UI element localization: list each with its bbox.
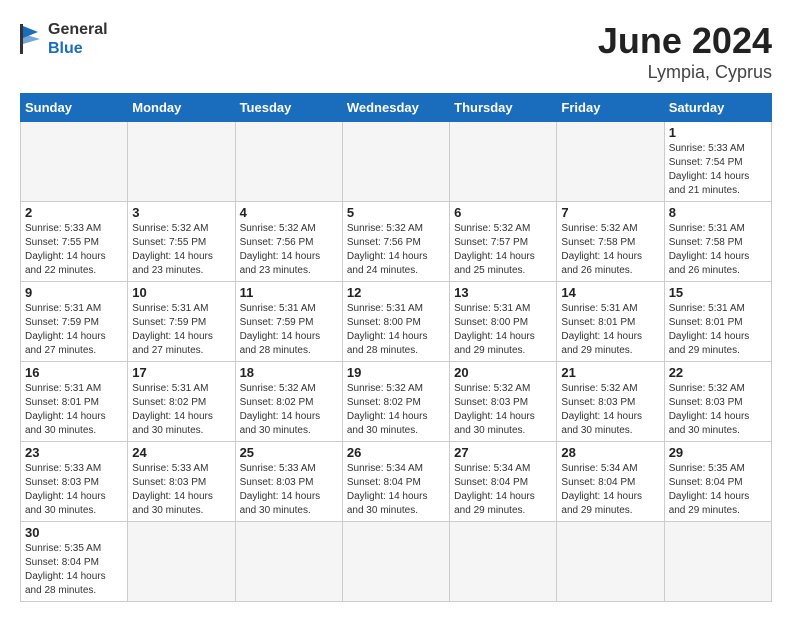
location: Lympia, Cyprus: [598, 62, 772, 83]
empty-cell: [342, 522, 449, 602]
empty-cell: [235, 122, 342, 202]
day-7: 7 Sunrise: 5:32 AM Sunset: 7:58 PM Dayli…: [557, 202, 664, 282]
header-friday: Friday: [557, 94, 664, 122]
day-25: 25 Sunrise: 5:33 AM Sunset: 8:03 PM Dayl…: [235, 442, 342, 522]
day-5: 5 Sunrise: 5:32 AM Sunset: 7:56 PM Dayli…: [342, 202, 449, 282]
day-29: 29 Sunrise: 5:35 AM Sunset: 8:04 PM Dayl…: [664, 442, 771, 522]
week-row-2: 2 Sunrise: 5:33 AM Sunset: 7:55 PM Dayli…: [21, 202, 772, 282]
month-title: June 2024: [598, 20, 772, 62]
day-11: 11 Sunrise: 5:31 AM Sunset: 7:59 PM Dayl…: [235, 282, 342, 362]
day-21: 21 Sunrise: 5:32 AM Sunset: 8:03 PM Dayl…: [557, 362, 664, 442]
day-17: 17 Sunrise: 5:31 AM Sunset: 8:02 PM Dayl…: [128, 362, 235, 442]
day-13: 13 Sunrise: 5:31 AM Sunset: 8:00 PM Dayl…: [450, 282, 557, 362]
logo-flag-icon: [20, 24, 40, 54]
day-4: 4 Sunrise: 5:32 AM Sunset: 7:56 PM Dayli…: [235, 202, 342, 282]
day-1: 1 Sunrise: 5:33 AM Sunset: 7:54 PM Dayli…: [664, 122, 771, 202]
day-6: 6 Sunrise: 5:32 AM Sunset: 7:57 PM Dayli…: [450, 202, 557, 282]
day-15: 15 Sunrise: 5:31 AM Sunset: 8:01 PM Dayl…: [664, 282, 771, 362]
day-9: 9 Sunrise: 5:31 AM Sunset: 7:59 PM Dayli…: [21, 282, 128, 362]
day-2: 2 Sunrise: 5:33 AM Sunset: 7:55 PM Dayli…: [21, 202, 128, 282]
empty-cell: [128, 522, 235, 602]
day-18: 18 Sunrise: 5:32 AM Sunset: 8:02 PM Dayl…: [235, 362, 342, 442]
empty-cell: [21, 122, 128, 202]
empty-cell: [557, 122, 664, 202]
day-14: 14 Sunrise: 5:31 AM Sunset: 8:01 PM Dayl…: [557, 282, 664, 362]
day-26: 26 Sunrise: 5:34 AM Sunset: 8:04 PM Dayl…: [342, 442, 449, 522]
header-monday: Monday: [128, 94, 235, 122]
day-27: 27 Sunrise: 5:34 AM Sunset: 8:04 PM Dayl…: [450, 442, 557, 522]
day-30: 30 Sunrise: 5:35 AM Sunset: 8:04 PM Dayl…: [21, 522, 128, 602]
day-8: 8 Sunrise: 5:31 AM Sunset: 7:58 PM Dayli…: [664, 202, 771, 282]
day-10: 10 Sunrise: 5:31 AM Sunset: 7:59 PM Dayl…: [128, 282, 235, 362]
header-tuesday: Tuesday: [235, 94, 342, 122]
day-24: 24 Sunrise: 5:33 AM Sunset: 8:03 PM Dayl…: [128, 442, 235, 522]
logo-blue-text: Blue: [48, 39, 108, 58]
day-12: 12 Sunrise: 5:31 AM Sunset: 8:00 PM Dayl…: [342, 282, 449, 362]
header-saturday: Saturday: [664, 94, 771, 122]
day-16: 16 Sunrise: 5:31 AM Sunset: 8:01 PM Dayl…: [21, 362, 128, 442]
week-row-5: 23 Sunrise: 5:33 AM Sunset: 8:03 PM Dayl…: [21, 442, 772, 522]
day-23: 23 Sunrise: 5:33 AM Sunset: 8:03 PM Dayl…: [21, 442, 128, 522]
day-28: 28 Sunrise: 5:34 AM Sunset: 8:04 PM Dayl…: [557, 442, 664, 522]
calendar-table: Sunday Monday Tuesday Wednesday Thursday…: [20, 93, 772, 602]
title-block: June 2024 Lympia, Cyprus: [598, 20, 772, 83]
page-header: General Blue June 2024 Lympia, Cyprus: [20, 20, 772, 83]
week-row-6: 30 Sunrise: 5:35 AM Sunset: 8:04 PM Dayl…: [21, 522, 772, 602]
empty-cell: [128, 122, 235, 202]
day-20: 20 Sunrise: 5:32 AM Sunset: 8:03 PM Dayl…: [450, 362, 557, 442]
empty-cell: [450, 522, 557, 602]
week-row-4: 16 Sunrise: 5:31 AM Sunset: 8:01 PM Dayl…: [21, 362, 772, 442]
day-19: 19 Sunrise: 5:32 AM Sunset: 8:02 PM Dayl…: [342, 362, 449, 442]
week-row-3: 9 Sunrise: 5:31 AM Sunset: 7:59 PM Dayli…: [21, 282, 772, 362]
empty-cell: [664, 522, 771, 602]
weekday-header-row: Sunday Monday Tuesday Wednesday Thursday…: [21, 94, 772, 122]
day-3: 3 Sunrise: 5:32 AM Sunset: 7:55 PM Dayli…: [128, 202, 235, 282]
header-thursday: Thursday: [450, 94, 557, 122]
logo: General Blue: [20, 20, 108, 58]
empty-cell: [235, 522, 342, 602]
week-row-1: 1 Sunrise: 5:33 AM Sunset: 7:54 PM Dayli…: [21, 122, 772, 202]
empty-cell: [450, 122, 557, 202]
logo-general-text: General: [48, 20, 108, 39]
day-22: 22 Sunrise: 5:32 AM Sunset: 8:03 PM Dayl…: [664, 362, 771, 442]
header-wednesday: Wednesday: [342, 94, 449, 122]
empty-cell: [557, 522, 664, 602]
header-sunday: Sunday: [21, 94, 128, 122]
empty-cell: [342, 122, 449, 202]
